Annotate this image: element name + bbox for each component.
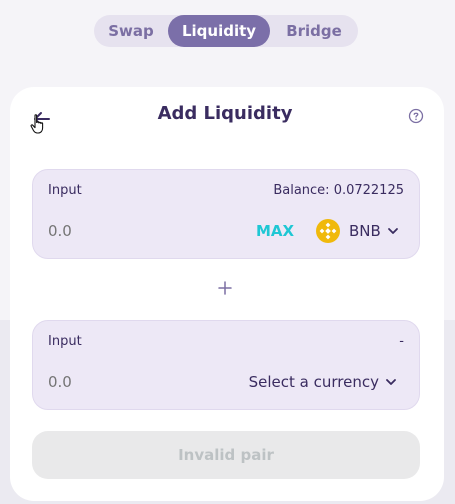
tab-liquidity[interactable]: Liquidity <box>168 15 270 47</box>
input-panel-a: Input Balance: 0.0722125 MAX BNB <box>32 169 420 259</box>
tab-swap[interactable]: Swap <box>94 15 168 47</box>
balance-label: Balance: 0.0722125 <box>273 183 404 198</box>
token-symbol: BNB <box>349 222 381 240</box>
max-button[interactable]: MAX <box>256 222 294 240</box>
invalid-pair-button[interactable]: Invalid pair <box>32 431 420 479</box>
amount-input-b[interactable] <box>48 373 168 391</box>
page-title: Add Liquidity <box>157 103 293 124</box>
input-a-label: Input <box>48 183 82 198</box>
chevron-down-icon <box>386 379 396 385</box>
tab-bridge[interactable]: Bridge <box>270 15 358 47</box>
help-icon[interactable] <box>408 108 424 124</box>
select-currency-button[interactable]: Select a currency <box>249 373 397 391</box>
balance-b-label: - <box>399 334 404 349</box>
amount-input-a[interactable] <box>48 222 168 240</box>
bnb-coin-icon <box>316 219 340 243</box>
token-select-bnb[interactable]: BNB <box>316 217 399 245</box>
input-b-label: Input <box>48 334 82 349</box>
input-panel-b: Input - Select a currency <box>32 320 420 410</box>
chevron-down-icon <box>387 228 398 234</box>
add-liquidity-card: Add Liquidity Input Balance: 0.0722125 M… <box>10 87 444 501</box>
nav-tabs: Swap Liquidity Bridge <box>94 15 358 47</box>
select-currency-label: Select a currency <box>248 373 379 391</box>
plus-icon <box>218 281 232 295</box>
